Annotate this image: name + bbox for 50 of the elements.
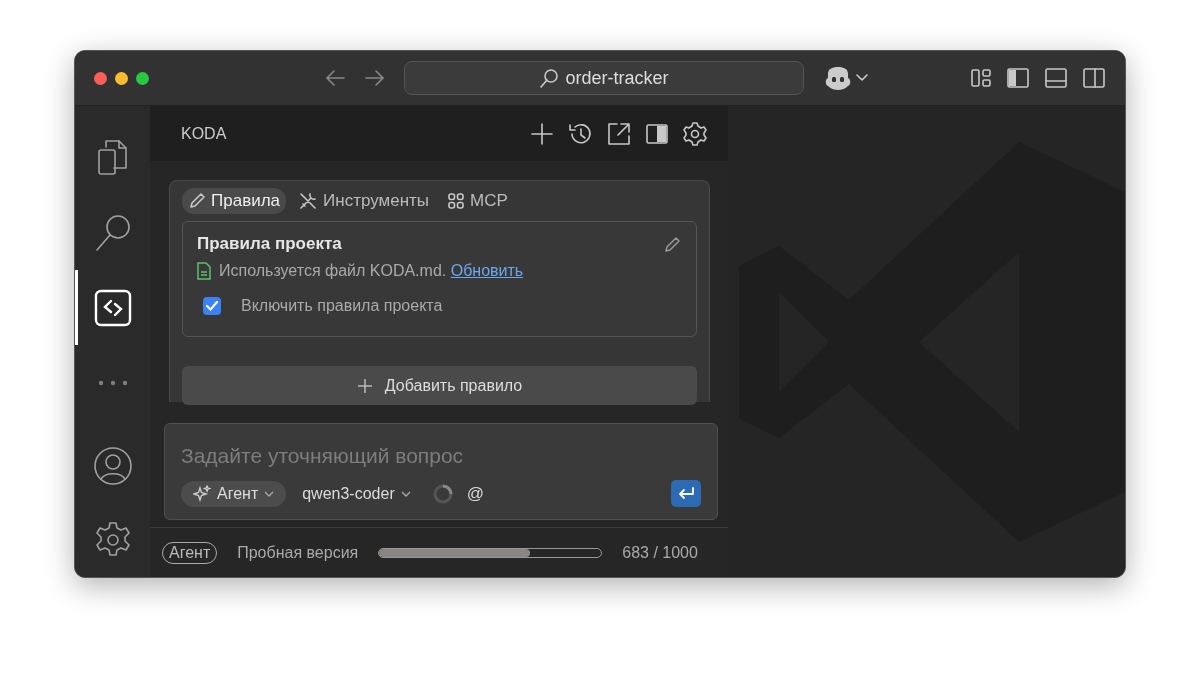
question-input-field[interactable]: Задайте уточняющий вопрос (181, 444, 701, 468)
minimize-button[interactable] (115, 71, 128, 85)
checkbox-label: Включить правила проекта (241, 297, 443, 315)
back-arrow-icon[interactable] (324, 68, 346, 88)
layout-icon[interactable] (970, 67, 992, 89)
search-icon[interactable] (93, 212, 132, 253)
spinner-icon (432, 483, 453, 504)
grid-icon (447, 192, 466, 210)
model-dropdown[interactable]: qwen3-coder (296, 483, 417, 504)
search-field[interactable]: order-tracker (404, 61, 804, 95)
code-icon[interactable] (93, 288, 132, 327)
plus-icon (356, 377, 373, 394)
agent-mode-dropdown[interactable]: Агент (181, 480, 287, 507)
window-title: order-tracker (565, 67, 669, 89)
forward-arrow-icon[interactable] (364, 68, 386, 88)
file-note: Используется файл KODA.md. Обновить (219, 262, 524, 280)
tools-icon (298, 191, 319, 211)
mention-button[interactable]: @ (466, 483, 484, 504)
sidebar-right-icon[interactable] (1082, 67, 1106, 89)
tab[interactable]: Инструменты (292, 188, 436, 214)
file-icon (197, 262, 211, 280)
files-icon[interactable] (95, 137, 130, 178)
panel-title: KODA (181, 124, 227, 143)
usage-reading: 683 / 1000 (622, 543, 698, 562)
tab[interactable]: MCP (441, 188, 514, 214)
open-external-icon[interactable] (606, 120, 632, 147)
chevron-down-icon (264, 490, 275, 497)
split-panel-icon[interactable] (645, 122, 669, 145)
tab[interactable]: Правила (182, 188, 287, 214)
sidebar-left-icon[interactable] (1006, 67, 1030, 89)
account-icon[interactable] (92, 446, 133, 486)
pencil-icon (188, 192, 206, 210)
card-title: Правила проекта (197, 234, 342, 254)
refresh-link[interactable]: Обновить (450, 262, 524, 279)
panel-bottom-icon[interactable] (1044, 67, 1068, 89)
history-icon[interactable] (567, 121, 593, 146)
plus-icon[interactable] (530, 121, 554, 146)
chevron-down-icon (400, 490, 411, 497)
checkbox[interactable] (203, 297, 221, 315)
close-button[interactable] (94, 71, 107, 85)
plan-label: Пробная версия (237, 543, 359, 562)
search-icon (539, 68, 560, 88)
add-rule-button[interactable]: Добавить правило (182, 366, 697, 405)
settings-icon[interactable] (682, 120, 708, 147)
send-button[interactable] (671, 480, 701, 507)
edit-icon[interactable] (664, 235, 682, 253)
chevron-down-icon[interactable] (856, 74, 868, 82)
sparkle-icon (193, 484, 211, 503)
zoom-button[interactable] (136, 71, 149, 85)
enter-icon (677, 486, 695, 501)
